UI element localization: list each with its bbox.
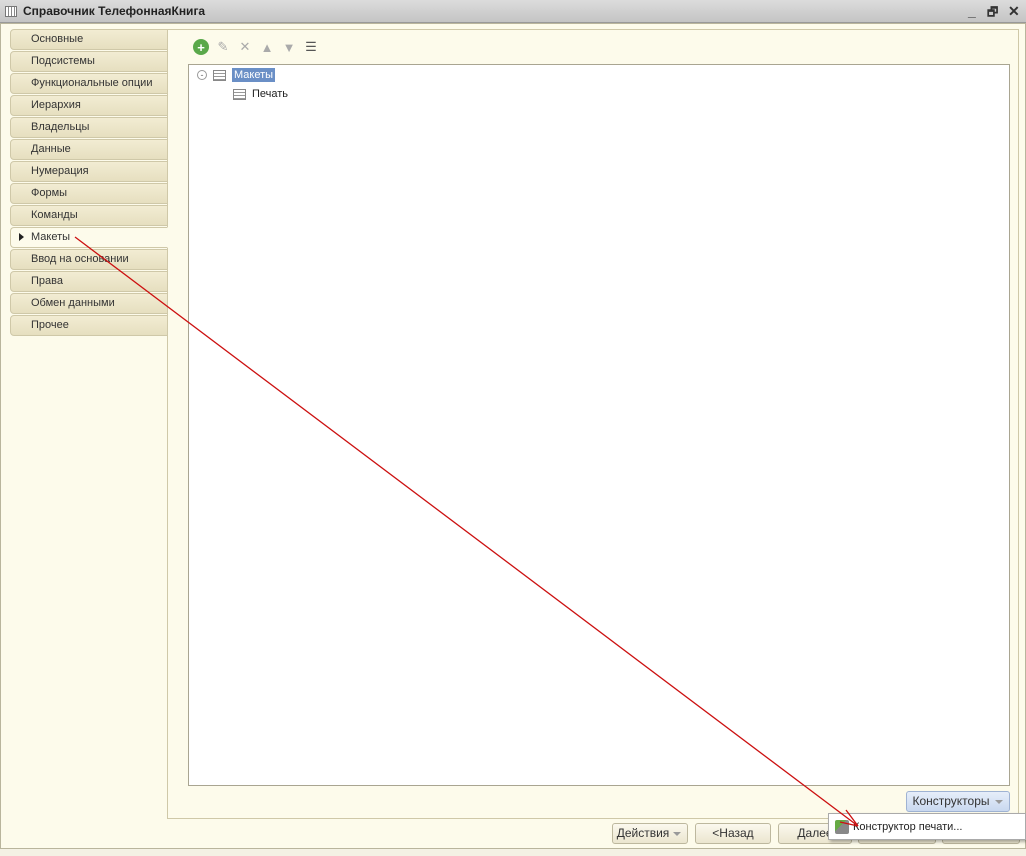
templates-tree[interactable]: - Макеты Печать — [188, 64, 1010, 786]
tab-12[interactable]: Обмен данными — [10, 293, 168, 314]
toolbar: + ✎ ✕ ▲ ▼ ☰ — [193, 39, 319, 55]
template-icon — [233, 88, 246, 100]
actions-button[interactable]: Действия — [612, 823, 688, 844]
collapse-icon[interactable]: - — [197, 70, 207, 80]
tab-2[interactable]: Функциональные опции — [10, 73, 168, 94]
close-button[interactable]: ✕ — [1008, 3, 1020, 20]
tree-node-child[interactable]: Печать — [233, 86, 288, 102]
back-button[interactable]: <Назад — [695, 823, 771, 844]
catalog-icon — [5, 5, 17, 17]
tree-node-label: Печать — [252, 88, 289, 100]
tab-4[interactable]: Владельцы — [10, 117, 168, 138]
tab-5[interactable]: Данные — [10, 139, 168, 160]
tab-8[interactable]: Команды — [10, 205, 168, 226]
list-icon[interactable]: ☰ — [303, 39, 319, 55]
tab-9[interactable]: Макеты — [10, 227, 168, 248]
print-constructor-icon — [835, 819, 849, 834]
constructors-menu: Конструктор печати... — [828, 813, 1026, 840]
tab-10[interactable]: Ввод на основании — [10, 249, 168, 270]
tree-node-label: Макеты — [232, 68, 276, 82]
tab-1[interactable]: Подсистемы — [10, 51, 168, 72]
title-bar: Справочник ТелефоннаяКнига _ 🗗 ✕ — [0, 0, 1026, 23]
delete-icon[interactable]: ✕ — [237, 39, 253, 55]
window-title: Справочник ТелефоннаяКнига — [23, 4, 206, 18]
tab-13[interactable]: Прочее — [10, 315, 168, 336]
constructors-button[interactable]: Конструкторы — [906, 791, 1010, 812]
move-up-icon[interactable]: ▲ — [259, 39, 275, 55]
tree-node-root[interactable]: - Макеты — [197, 67, 276, 83]
tab-0[interactable]: Основные — [10, 29, 168, 50]
tab-11[interactable]: Права — [10, 271, 168, 292]
move-down-icon[interactable]: ▼ — [281, 39, 297, 55]
add-icon[interactable]: + — [193, 39, 209, 55]
menu-item-print-constructor[interactable]: Конструктор печати... — [853, 821, 962, 833]
templates-icon — [213, 69, 226, 81]
tab-3[interactable]: Иерархия — [10, 95, 168, 116]
tab-6[interactable]: Нумерация — [10, 161, 168, 182]
minimize-button[interactable]: _ — [968, 3, 976, 19]
edit-icon[interactable]: ✎ — [215, 39, 231, 55]
tab-7[interactable]: Формы — [10, 183, 168, 204]
restore-button[interactable]: 🗗 — [987, 3, 998, 24]
